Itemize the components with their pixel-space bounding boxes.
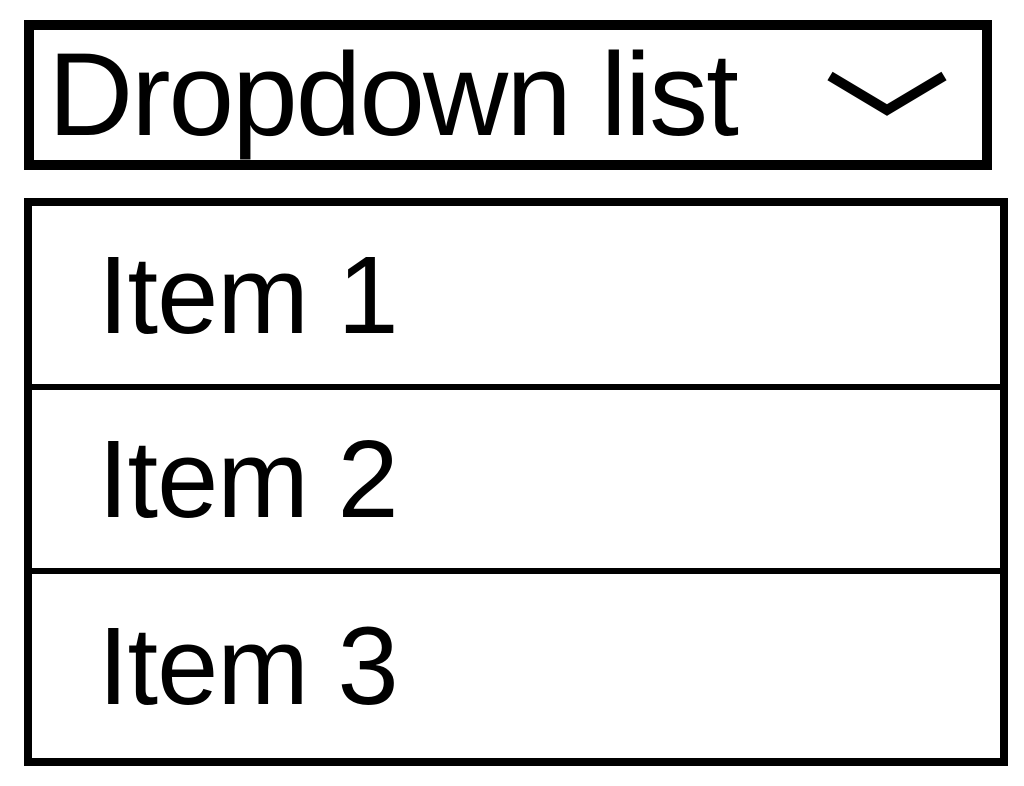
dropdown-toggle[interactable]: Dropdown list (24, 20, 992, 170)
dropdown-item-label: Item 3 (98, 603, 398, 730)
dropdown-item-label: Item 2 (98, 416, 398, 543)
dropdown-item-3[interactable]: Item 3 (32, 574, 1000, 758)
dropdown-item-label: Item 1 (98, 232, 398, 359)
chevron-down-icon (822, 68, 952, 123)
dropdown-item-2[interactable]: Item 2 (32, 390, 1000, 574)
dropdown-list: Item 1 Item 2 Item 3 (24, 198, 1008, 766)
dropdown-item-1[interactable]: Item 1 (32, 206, 1000, 390)
dropdown-label: Dropdown list (48, 27, 737, 163)
